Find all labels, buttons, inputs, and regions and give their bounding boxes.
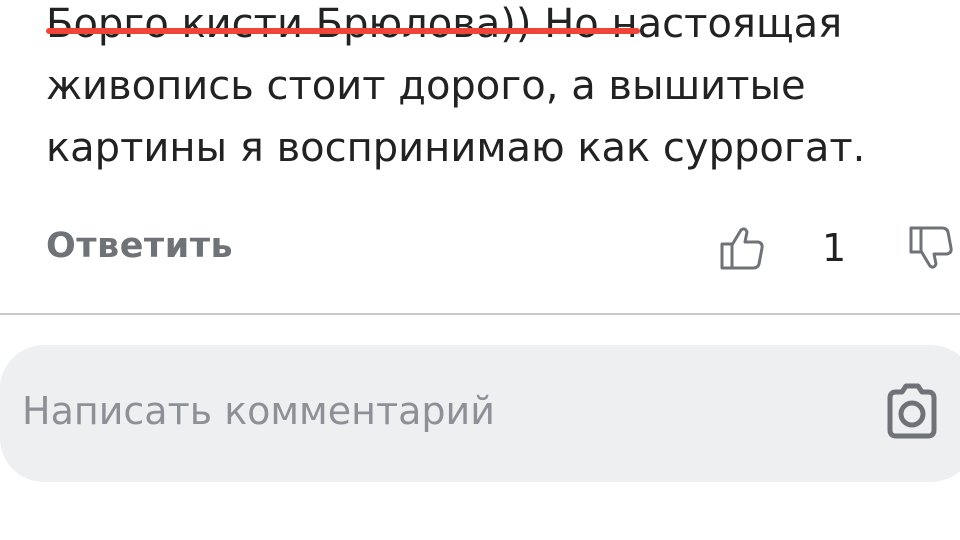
comment-input-placeholder: Написать комментарий [22, 389, 495, 433]
strikethrough-line [46, 28, 640, 34]
comment-view: Борго кисти Брюлова)) Но настоящая живоп… [0, 0, 960, 540]
camera-icon [887, 383, 937, 439]
thumbs-up-icon [720, 227, 764, 270]
thumbs-down-icon [909, 226, 953, 269]
camera-button[interactable] [880, 380, 944, 444]
divider [0, 313, 960, 315]
comment-text: Борго кисти Брюлова)) Но настоящая живоп… [46, 1, 866, 171]
reply-button[interactable]: Ответить [46, 226, 233, 266]
comment-input[interactable]: Написать комментарий [0, 345, 960, 482]
like-button[interactable] [716, 222, 768, 274]
dislike-button[interactable] [905, 222, 957, 274]
like-count: 1 [822, 226, 847, 270]
